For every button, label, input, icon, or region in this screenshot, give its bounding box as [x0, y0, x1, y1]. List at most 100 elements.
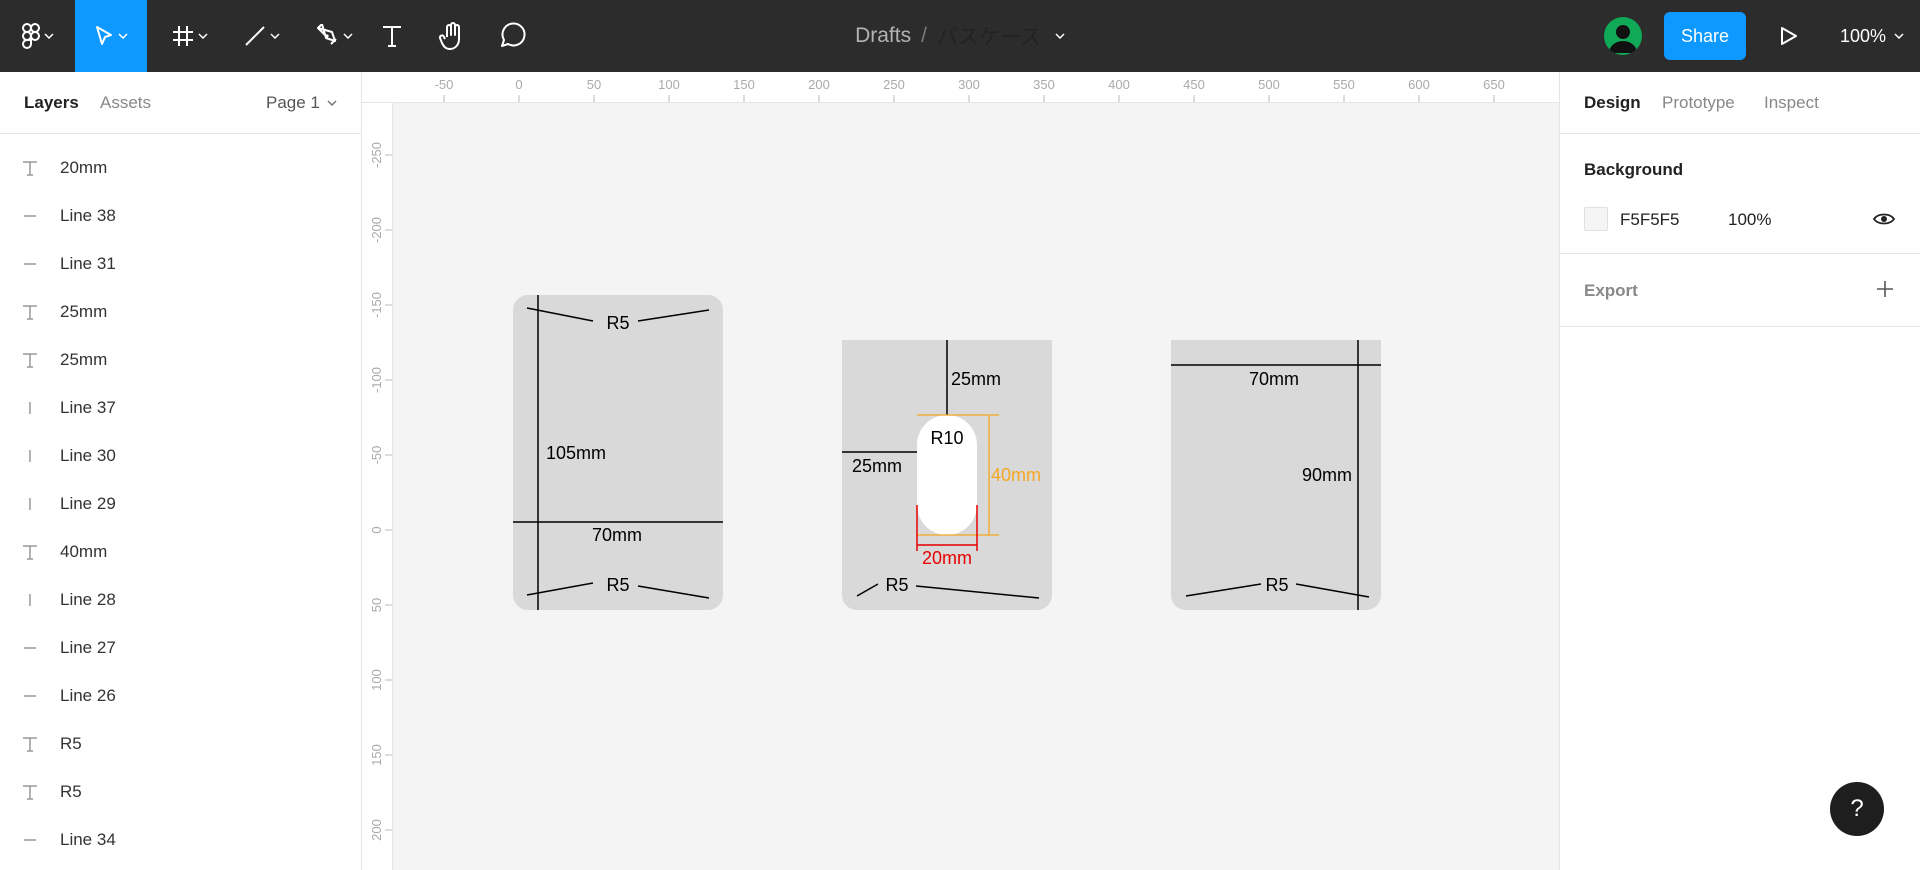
- user-icon: [1609, 25, 1637, 53]
- layer-item[interactable]: 25mm: [0, 288, 361, 336]
- layer-name: Line 34: [60, 830, 116, 849]
- ruler-label: -50: [369, 446, 384, 465]
- tab-prototype[interactable]: Prototype: [1662, 93, 1735, 113]
- layer-name: Line 26: [60, 686, 116, 705]
- frame-tool-button[interactable]: [162, 0, 218, 72]
- layer-list: 20mm Line 38 Line 31 25mm 25mm Line 37 Line 30…: [0, 134, 361, 864]
- ruler-label: 0: [369, 526, 384, 533]
- layer-item[interactable]: Line 29: [0, 480, 361, 528]
- line-layer-icon: [0, 256, 60, 272]
- plus-icon[interactable]: [1876, 280, 1894, 298]
- ruler-vertical: -250 -200 -150 -100 -50 0 50 100 150 200: [362, 103, 393, 870]
- layers-panel: Layers Assets Page 1 20mm Line 38 Line 31 2…: [0, 72, 362, 870]
- ruler-label: 50: [587, 77, 601, 92]
- layer-item[interactable]: Line 26: [0, 672, 361, 720]
- frame-1-height-label[interactable]: 105mm: [546, 443, 606, 463]
- breadcrumb-separator: /: [921, 24, 927, 47]
- frame-1[interactable]: R5 105mm 70mm R5: [513, 295, 723, 610]
- layer-item[interactable]: 25mm: [0, 336, 361, 384]
- layer-item[interactable]: R5: [0, 768, 361, 816]
- layer-item[interactable]: Line 38: [0, 192, 361, 240]
- file-name[interactable]: パスケース: [937, 21, 1041, 51]
- cursor-icon: [96, 26, 112, 45]
- ruler-label: 600: [1408, 77, 1430, 92]
- tab-design[interactable]: Design: [1584, 93, 1641, 113]
- text-tool-button[interactable]: [374, 0, 410, 72]
- present-button[interactable]: [1776, 0, 1802, 72]
- chevron-down-icon: [1894, 33, 1904, 39]
- avatar[interactable]: [1604, 17, 1642, 55]
- canvas[interactable]: R5 105mm 70mm R5 25mm 25mm R10 40mm 20mm…: [393, 103, 1559, 870]
- page-selector[interactable]: Page 1: [266, 93, 337, 113]
- layer-name: Line 37: [60, 398, 116, 417]
- tab-inspect[interactable]: Inspect: [1764, 93, 1819, 113]
- pen-icon: [317, 24, 337, 45]
- zoom-dropdown[interactable]: 100%: [1840, 0, 1904, 72]
- eye-icon[interactable]: [1873, 212, 1895, 226]
- share-button[interactable]: Share: [1664, 12, 1746, 60]
- help-button[interactable]: ?: [1830, 782, 1884, 836]
- ruler-label: 100: [369, 669, 384, 691]
- page-selector-label: Page 1: [266, 93, 320, 112]
- ruler-label: 350: [1033, 77, 1055, 92]
- background-opacity-input[interactable]: 100%: [1728, 210, 1771, 230]
- text-layer-icon: [0, 544, 60, 560]
- frame-2-left-dim[interactable]: 25mm: [852, 456, 902, 476]
- line-tool-button[interactable]: [234, 0, 290, 72]
- frame-1-bottom-radius[interactable]: R5: [606, 575, 629, 595]
- frame-1-top-radius[interactable]: R5: [606, 313, 629, 333]
- layer-name: Line 28: [60, 590, 116, 609]
- layer-name: 20mm: [60, 158, 108, 177]
- layer-name: Line 29: [60, 494, 116, 513]
- background-color-swatch[interactable]: [1584, 207, 1608, 231]
- ruler-label: 400: [1108, 77, 1130, 92]
- layer-item[interactable]: Line 37: [0, 384, 361, 432]
- layer-item[interactable]: R5: [0, 720, 361, 768]
- frame-1-width-label[interactable]: 70mm: [592, 525, 642, 545]
- frame-2-bottom-radius[interactable]: R5: [885, 575, 908, 595]
- vertical-line-layer-icon: [0, 592, 60, 608]
- layer-item[interactable]: 40mm: [0, 528, 361, 576]
- ruler-label: -150: [369, 292, 384, 318]
- layer-item[interactable]: 20mm: [0, 144, 361, 192]
- text-layer-icon: [0, 160, 60, 176]
- main-menu-button[interactable]: [14, 0, 62, 72]
- vertical-line-layer-icon: [0, 496, 60, 512]
- move-tool-button[interactable]: [75, 0, 147, 72]
- canvas-drawing: R5 105mm 70mm R5 25mm 25mm R10 40mm 20mm…: [513, 295, 1381, 610]
- chevron-down-icon: [327, 100, 337, 106]
- layer-item[interactable]: Line 34: [0, 816, 361, 864]
- layer-item[interactable]: Line 30: [0, 432, 361, 480]
- layer-name: 25mm: [60, 350, 108, 369]
- layer-name: Line 27: [60, 638, 116, 657]
- background-hex-input[interactable]: F5F5F5: [1620, 210, 1680, 230]
- comment-icon: [501, 22, 526, 47]
- chevron-down-icon: [118, 33, 128, 39]
- ruler-label: 450: [1183, 77, 1205, 92]
- play-icon: [1781, 27, 1797, 45]
- hole-radius-label[interactable]: R10: [930, 428, 963, 448]
- frame-3-width-label[interactable]: 70mm: [1249, 369, 1299, 389]
- frame-2[interactable]: 25mm 25mm R10 40mm 20mm R5: [842, 340, 1052, 610]
- comment-tool-button[interactable]: [492, 0, 532, 72]
- layer-item[interactable]: Line 28: [0, 576, 361, 624]
- pen-tool-button[interactable]: [306, 0, 362, 72]
- layer-item[interactable]: Line 27: [0, 624, 361, 672]
- hand-tool-button[interactable]: [432, 0, 472, 72]
- layer-name: 25mm: [60, 302, 108, 321]
- breadcrumb-drafts[interactable]: Drafts: [855, 24, 911, 48]
- vertical-line-layer-icon: [0, 400, 60, 416]
- frame-3-bottom-radius[interactable]: R5: [1265, 575, 1288, 595]
- tab-layers[interactable]: Layers: [24, 93, 79, 113]
- ruler-label: 50: [369, 598, 384, 612]
- tab-assets[interactable]: Assets: [100, 93, 151, 113]
- hole-width-label[interactable]: 20mm: [922, 548, 972, 568]
- vertical-line-layer-icon: [0, 448, 60, 464]
- frame-3-height-label[interactable]: 90mm: [1302, 465, 1352, 485]
- frame-2-top-dim[interactable]: 25mm: [951, 369, 1001, 389]
- layer-item[interactable]: Line 31: [0, 240, 361, 288]
- text-icon: [383, 26, 401, 47]
- text-layer-icon: [0, 784, 60, 800]
- frame-3[interactable]: 70mm 90mm R5: [1171, 340, 1381, 610]
- hole-height-label[interactable]: 40mm: [991, 465, 1041, 485]
